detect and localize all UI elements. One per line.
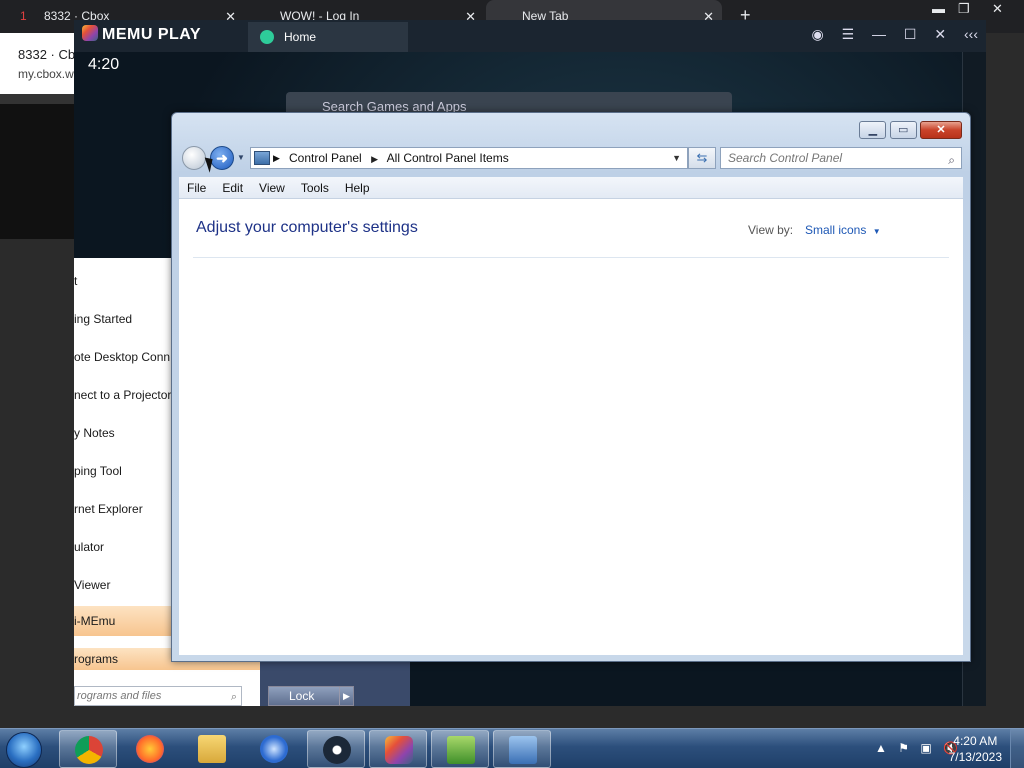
address-bar[interactable]: ▶ Control Panel ▶ All Control Panel Item… [250,147,688,169]
divider [193,257,949,258]
start-search-input[interactable]: rograms and files ⌕ [74,686,242,706]
taskbar-app[interactable] [431,730,489,768]
app-icon [260,735,288,763]
chevron-right-icon[interactable]: ▶ [339,687,353,705]
control-panel-window: ▁ ▭ ✕ ➜ ▼ ▶ Control Panel ▶ All Control … [171,112,971,662]
taskbar-app[interactable] [245,730,303,768]
page-title: Adjust your computer's settings [196,219,418,236]
taskbar-chrome[interactable] [59,730,117,768]
page-thumbnail [0,94,74,239]
search-icon[interactable]: ⌕ [948,150,955,170]
control-panel-icon [509,736,537,764]
system-tray: ▲ ⚑ ▣ 🔇 [867,741,958,755]
taskbar-memu[interactable] [369,730,427,768]
back-arrow-icon[interactable] [182,146,206,170]
steam-icon [323,736,351,764]
clock-date: 7/13/2023 [948,750,1002,764]
maximize-icon[interactable]: ☐ [904,26,917,43]
memu-window-controls: ◉ ☰ — ☐ ✕ ‹‹‹ [797,26,978,43]
page-title: 8332 · Cb [18,47,76,62]
menu-help[interactable]: Help [337,177,378,199]
taskbar: ▲ ⚑ ▣ 🔇 4:20 AM 7/13/2023 [0,728,1024,768]
chevron-up-icon[interactable]: ▲ [875,741,887,755]
collapse-icon[interactable]: ‹‹‹ [964,26,978,42]
memu-logo-icon [82,25,98,41]
memu-icon [385,736,413,764]
page-url: my.cbox.w [18,67,74,81]
chevron-down-icon[interactable]: ▼ [672,148,681,168]
taskbar-steam[interactable] [307,730,365,768]
taskbar-firefox[interactable] [121,730,179,768]
chevron-down-icon: ▼ [872,227,881,236]
refresh-icon[interactable]: ⇆ [688,147,716,169]
view-by-dropdown[interactable]: Small icons ▼ [805,223,881,237]
lock-button[interactable]: Lock ▶ [268,686,354,706]
minimize-icon[interactable]: ▁ [859,121,887,139]
start-button[interactable] [6,732,42,768]
window-controls: ▁ ▭ ✕ [859,121,962,139]
taskbar-control-panel[interactable] [493,730,551,768]
minimize-icon[interactable]: — [872,26,886,42]
flag-icon[interactable]: ⚑ [898,741,909,755]
chevron-right-icon[interactable]: ▶ [273,148,280,168]
maximize-icon[interactable]: ❐ [958,0,970,18]
memu-title-bar: MEMU PLAY Home ◉ ☰ — ☐ ✕ ‹‹‹ [74,20,986,52]
home-icon [260,30,274,44]
maximize-icon[interactable]: ▭ [889,121,917,139]
firefox-icon [136,735,164,763]
breadcrumb-all-items[interactable]: All Control Panel Items [387,151,509,165]
control-panel-icon [254,151,270,165]
search-input[interactable]: Search Control Panel ⌕ [720,147,962,169]
android-clock: 4:20 [88,56,120,73]
menu-bar: File Edit View Tools Help [179,177,963,199]
tab-home[interactable]: Home [248,22,408,52]
menu-edit[interactable]: Edit [214,177,251,199]
menu-view[interactable]: View [251,177,293,199]
taskbar-explorer[interactable] [183,730,241,768]
menu-icon[interactable]: ☰ [842,26,855,43]
clock-time: 4:20 AM [953,734,998,748]
show-desktop-button[interactable] [1010,729,1024,768]
control-panel-content: Adjust your computer's settings View by:… [179,199,963,655]
breadcrumb-control-panel[interactable]: Control Panel [289,151,362,165]
view-by-label: View by: [748,223,794,237]
tab-badge: 1 [20,9,27,23]
menu-tools[interactable]: Tools [293,177,337,199]
network-icon[interactable]: ▣ [920,741,931,755]
menu-file[interactable]: File [179,177,214,199]
chevron-down-icon[interactable]: ▼ [237,153,245,162]
close-icon[interactable]: ✕ [934,26,946,43]
checklist-icon [447,736,475,764]
chrome-icon [75,736,103,764]
search-icon: ⌕ [230,691,237,703]
clock[interactable]: 4:20 AM 7/13/2023 [949,733,1002,765]
minimize-icon[interactable]: ▬ [932,0,945,18]
chevron-right-icon[interactable]: ▶ [371,154,378,164]
user-icon[interactable]: ◉ [811,26,823,43]
folder-icon [198,735,226,763]
close-icon[interactable]: ✕ [992,0,1003,18]
close-icon[interactable]: ✕ [920,121,962,139]
memu-logo: MEMU PLAY [82,25,201,44]
